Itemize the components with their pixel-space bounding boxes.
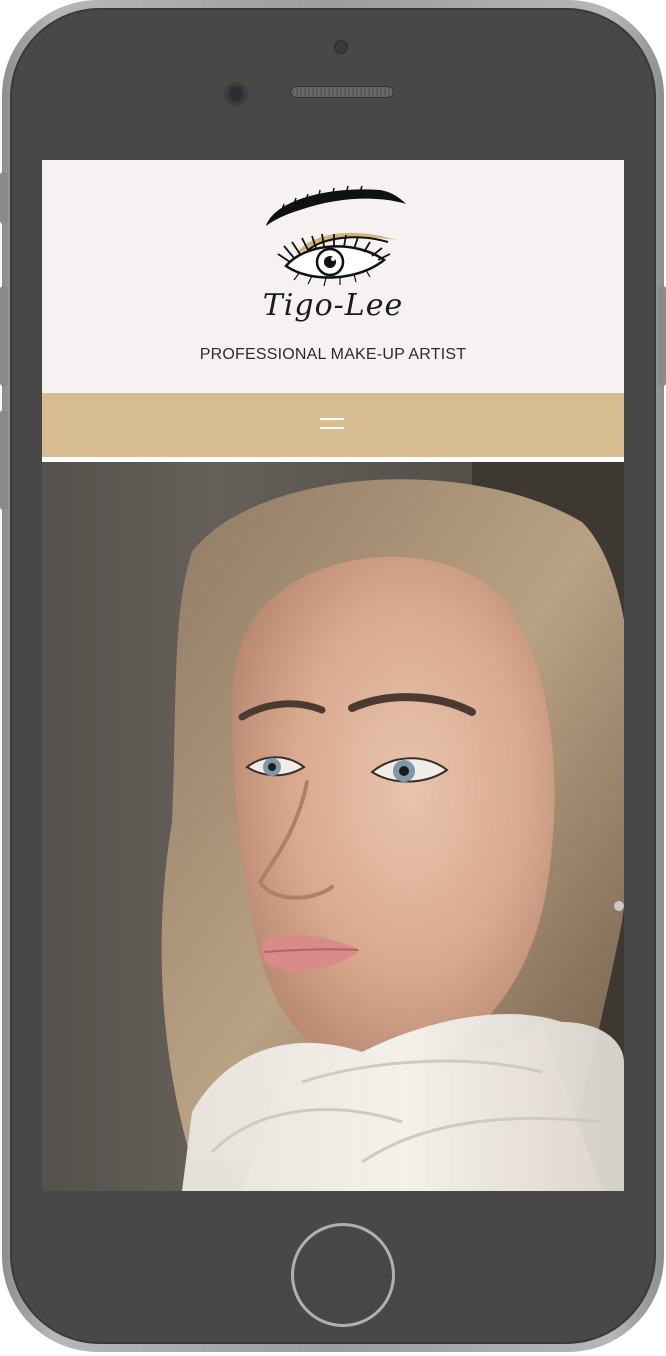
side-button-volume-up [0, 286, 8, 386]
logo-name[interactable]: Tigo-Lee [42, 288, 624, 323]
hero-image [42, 462, 624, 1191]
tagline: PROFESSIONAL MAKE-UP ARTIST [199, 346, 467, 363]
side-button-mute [0, 172, 8, 224]
earpiece-speaker [290, 86, 394, 98]
eye-logo-icon [266, 185, 406, 287]
nav-bar [42, 393, 624, 457]
hamburger-icon[interactable] [318, 413, 348, 435]
side-button-volume-down [0, 410, 8, 510]
home-button[interactable] [291, 1223, 395, 1327]
portrait-photo [161, 462, 624, 1191]
phone-screen: Tigo-Lee PROFESSIONAL MAKE-UP ARTIST [42, 160, 624, 1191]
proximity-sensor [224, 82, 248, 106]
side-button-power [658, 286, 666, 386]
front-camera [334, 40, 348, 54]
site-header: Tigo-Lee PROFESSIONAL MAKE-UP ARTIST [42, 160, 624, 393]
